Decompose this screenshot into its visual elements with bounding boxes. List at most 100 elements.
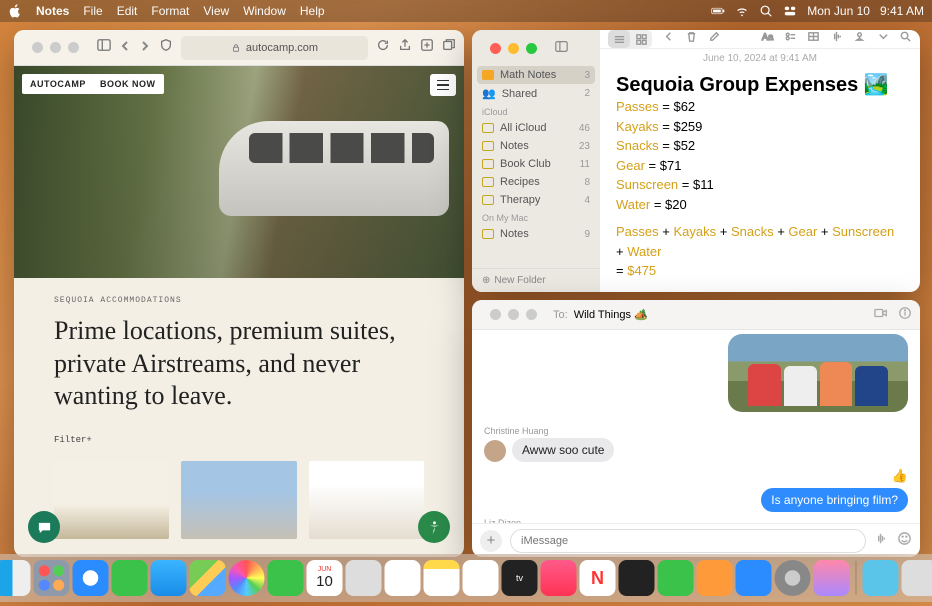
reload-icon[interactable] bbox=[376, 38, 390, 57]
tabs-icon[interactable] bbox=[442, 38, 456, 57]
menubar-time[interactable]: 9:41 AM bbox=[880, 4, 924, 18]
dock-freeform[interactable] bbox=[463, 560, 499, 596]
grid-view-icon bbox=[630, 30, 652, 48]
dock: JUN10 tv N bbox=[0, 554, 932, 602]
note-date: June 10, 2024 at 9:41 AM bbox=[600, 49, 920, 68]
dock-tv[interactable]: tv bbox=[502, 560, 538, 596]
compose-icon[interactable] bbox=[708, 30, 721, 48]
thumb-2[interactable] bbox=[181, 461, 296, 539]
folder-shared[interactable]: 👥Shared2 bbox=[472, 84, 600, 103]
book-now-button[interactable]: BOOK NOW bbox=[92, 74, 164, 94]
menu-window[interactable]: Window bbox=[243, 4, 286, 18]
folder-math-notes[interactable]: Math Notes3 bbox=[477, 66, 595, 84]
dock-notes[interactable] bbox=[424, 560, 460, 596]
link-icon[interactable] bbox=[853, 30, 866, 48]
folder-book-club[interactable]: Book Club11 bbox=[472, 155, 600, 173]
chat-fab[interactable] bbox=[28, 511, 60, 543]
menubar-date[interactable]: Mon Jun 10 bbox=[807, 4, 870, 18]
search-icon[interactable] bbox=[899, 30, 912, 48]
forward-button[interactable] bbox=[139, 39, 151, 57]
msg-ch[interactable]: Awww soo cute bbox=[512, 438, 614, 462]
dock-music[interactable] bbox=[541, 560, 577, 596]
dock-downloads[interactable] bbox=[863, 560, 899, 596]
thumbs-up-reaction[interactable]: 👍 bbox=[892, 468, 908, 484]
table-icon[interactable] bbox=[807, 30, 820, 48]
menu-file[interactable]: File bbox=[83, 4, 102, 18]
folder-recipes[interactable]: Recipes8 bbox=[472, 173, 600, 191]
menu-help[interactable]: Help bbox=[300, 4, 325, 18]
new-folder-button[interactable]: ⊕New Folder bbox=[472, 268, 600, 292]
app-name[interactable]: Notes bbox=[36, 4, 69, 18]
trash-icon[interactable] bbox=[685, 30, 698, 48]
control-center-icon[interactable] bbox=[783, 4, 797, 18]
msg-me[interactable]: Is anyone bringing film? bbox=[761, 488, 908, 512]
shield-icon[interactable] bbox=[159, 38, 173, 57]
menu-view[interactable]: View bbox=[203, 4, 229, 18]
messages-toolbar: To: Wild Things 🏕️ bbox=[472, 300, 920, 330]
apple-menu-icon[interactable] bbox=[8, 4, 22, 18]
add-attachment-button[interactable]: + bbox=[480, 530, 502, 552]
window-controls[interactable] bbox=[480, 309, 547, 320]
sidebar-toggle-icon[interactable] bbox=[555, 40, 568, 56]
share-icon[interactable] bbox=[398, 38, 412, 57]
menu-format[interactable]: Format bbox=[151, 4, 189, 18]
window-controls[interactable] bbox=[22, 42, 89, 53]
view-toggle[interactable] bbox=[608, 30, 652, 48]
new-tab-icon[interactable] bbox=[420, 38, 434, 57]
safari-window: autocamp.com AUTOCAMP BOOK NOW SEQUOIA A… bbox=[14, 30, 464, 557]
dock-calendar[interactable]: JUN10 bbox=[307, 560, 343, 596]
facetime-icon[interactable] bbox=[874, 306, 888, 323]
dock-stocks[interactable] bbox=[619, 560, 655, 596]
battery-icon[interactable] bbox=[711, 4, 725, 18]
site-logo[interactable]: AUTOCAMP bbox=[22, 74, 94, 94]
window-controls[interactable] bbox=[480, 43, 547, 54]
message-input[interactable] bbox=[510, 529, 866, 553]
to-field[interactable]: Wild Things 🏕️ bbox=[574, 308, 648, 321]
thumb-3[interactable] bbox=[309, 461, 424, 539]
sidebar-icon[interactable] bbox=[97, 38, 111, 57]
accessibility-fab[interactable] bbox=[418, 511, 450, 543]
dock-appstore[interactable] bbox=[736, 560, 772, 596]
dock-photos[interactable] bbox=[229, 560, 265, 596]
filter-link[interactable]: Filter+ bbox=[54, 435, 424, 445]
dock-trash[interactable] bbox=[902, 560, 932, 596]
thumb-1[interactable] bbox=[54, 461, 169, 539]
hamburger-menu[interactable] bbox=[430, 74, 456, 96]
back-icon[interactable] bbox=[662, 30, 675, 48]
folder-onmac-notes[interactable]: Notes9 bbox=[472, 225, 600, 243]
dock-pages[interactable] bbox=[697, 560, 733, 596]
address-bar[interactable]: autocamp.com bbox=[181, 36, 368, 60]
compose-bar: + bbox=[472, 523, 920, 557]
format-icon[interactable]: Aa bbox=[761, 30, 774, 48]
back-button[interactable] bbox=[119, 39, 131, 57]
media-icon[interactable] bbox=[830, 30, 843, 48]
dock-messages[interactable] bbox=[112, 560, 148, 596]
folder-therapy[interactable]: Therapy4 bbox=[472, 191, 600, 209]
dock-reminders[interactable] bbox=[385, 560, 421, 596]
dock-news[interactable]: N bbox=[580, 560, 616, 596]
menu-edit[interactable]: Edit bbox=[117, 4, 138, 18]
folder-all-icloud[interactable]: All iCloud46 bbox=[472, 119, 600, 137]
more-icon[interactable] bbox=[876, 30, 889, 48]
dock-safari[interactable] bbox=[73, 560, 109, 596]
dock-maps[interactable] bbox=[190, 560, 226, 596]
dock-facetime[interactable] bbox=[268, 560, 304, 596]
emoji-icon[interactable] bbox=[897, 531, 912, 551]
audio-icon[interactable] bbox=[874, 531, 889, 551]
dock-finder[interactable] bbox=[0, 560, 31, 596]
dock-mail[interactable] bbox=[151, 560, 187, 596]
photo-attachment[interactable] bbox=[728, 334, 908, 412]
dock-launchpad[interactable] bbox=[34, 560, 70, 596]
checklist-icon[interactable] bbox=[784, 30, 797, 48]
dock-numbers[interactable] bbox=[658, 560, 694, 596]
note-title: Sequoia Group Expenses 🏞️ bbox=[616, 72, 904, 97]
info-icon[interactable] bbox=[898, 306, 912, 323]
dock-contacts[interactable] bbox=[346, 560, 382, 596]
folder-notes[interactable]: Notes23 bbox=[472, 137, 600, 155]
spotlight-icon[interactable] bbox=[759, 4, 773, 18]
note-body[interactable]: Sequoia Group Expenses 🏞️ Passes = $62 K… bbox=[600, 68, 920, 292]
avatar[interactable] bbox=[484, 440, 506, 462]
wifi-icon[interactable] bbox=[735, 4, 749, 18]
dock-settings[interactable] bbox=[775, 560, 811, 596]
dock-iphone[interactable] bbox=[814, 560, 850, 596]
